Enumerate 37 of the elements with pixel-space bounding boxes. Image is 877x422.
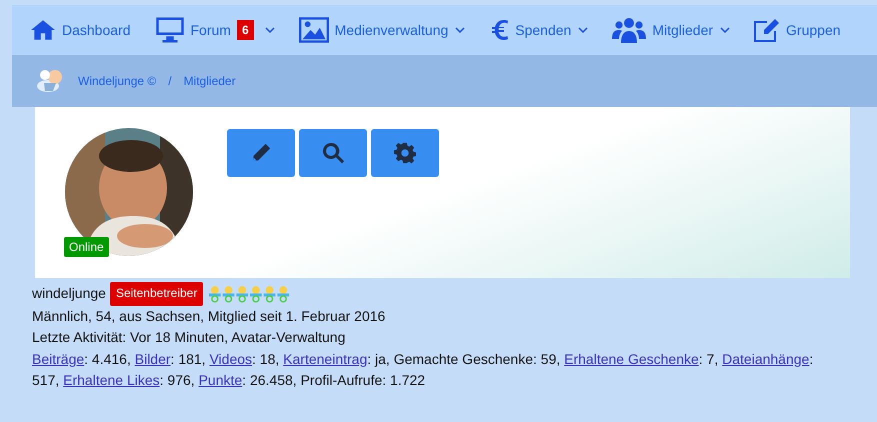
- stat-link[interactable]: Beiträge: [32, 350, 84, 366]
- nav-link[interactable]: Medienverwaltung: [298, 17, 466, 43]
- pencil-icon: [250, 142, 272, 164]
- stat-link[interactable]: Punkte: [198, 372, 242, 388]
- caret-icon: [578, 27, 588, 33]
- role-badge: Seitenbetreiber: [110, 282, 204, 306]
- username: windeljunge: [32, 284, 106, 303]
- stat-link[interactable]: Bilder: [134, 350, 171, 366]
- nav-link[interactable]: Mitglieder: [612, 16, 730, 44]
- stat-link[interactable]: Erhaltene Likes: [63, 372, 160, 388]
- nav-link[interactable]: Gruppen: [754, 18, 841, 42]
- action-button[interactable]: [299, 129, 367, 177]
- breadcrumb-separator: /: [168, 73, 172, 90]
- nav-link[interactable]: Forum 6: [154, 16, 275, 44]
- search-icon: [321, 141, 345, 165]
- edit-icon: [754, 18, 780, 42]
- stat-link[interactable]: Karteneintrag: [283, 350, 368, 366]
- profile-info-text: Letzte Aktivität: Vor 18 Minuten, Avatar-Verwaltung: [32, 328, 346, 347]
- image-icon: [298, 17, 329, 43]
- stat-link[interactable]: Erhaltene Geschenke: [564, 350, 699, 366]
- profile-info-text: Männlich, 54, aus Sachsen, Mitglied seit 1. Februar 2016: [32, 306, 386, 326]
- action-button[interactable]: [227, 129, 295, 177]
- action-button[interactable]: [371, 129, 439, 177]
- euro-icon: [489, 18, 510, 42]
- nav-link[interactable]: Spenden: [489, 18, 588, 42]
- caret-icon: [264, 27, 275, 33]
- caret-icon: [455, 27, 466, 33]
- users-icon: [612, 16, 646, 44]
- gear-icon: [394, 142, 416, 164]
- stat-link[interactable]: Dateianhänge: [722, 350, 810, 366]
- nav-link[interactable]: Dashboard: [30, 17, 130, 43]
- stat-link[interactable]: Videos: [209, 350, 252, 366]
- monitor-icon: [154, 16, 184, 44]
- status-badge: Online: [64, 237, 109, 257]
- count-badge: 6: [236, 20, 254, 40]
- profile-stats-text: Beiträge: 4.416, Bilder: 181, Videos: 18, Karteneintrag: ja, Gemachte Geschenke: 59, Erhaltene Geschenke: 7, Dateianhänge: 517, Erhaltene Likes: 976, Punkte: 26.458, Profil-Aufrufe: 1.722: [32, 350, 814, 390]
- caret-icon: [720, 27, 730, 33]
